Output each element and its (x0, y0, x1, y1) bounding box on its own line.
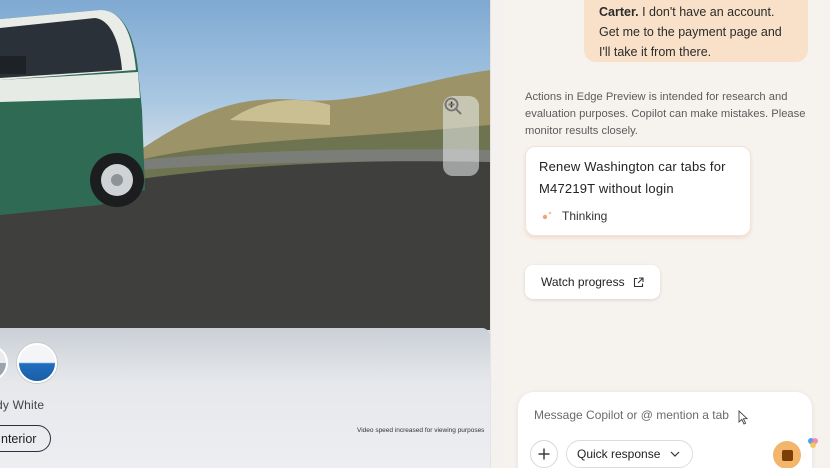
task-card: Renew Washington car tabs for M47219T wi… (525, 146, 751, 236)
copilot-logo-icon (808, 438, 818, 448)
zoom-out-button[interactable] (444, 97, 476, 171)
thinking-status: Thinking (541, 209, 607, 223)
message-input[interactable]: Message Copilot or @ mention a tab (534, 408, 729, 422)
task-title: Renew Washington car tabs for M47219T wi… (539, 159, 726, 196)
stop-icon (781, 449, 793, 461)
chevron-down-icon (670, 451, 680, 457)
user-message-bubble: Carter. I don't have an account. Get me … (584, 0, 808, 62)
configurator-panel: dy White nterior Video speed increased f… (0, 328, 490, 468)
stop-button[interactable] (773, 441, 801, 468)
color-swatch-white[interactable] (0, 345, 8, 381)
thinking-sparkle-icon (542, 211, 552, 220)
zoom-out-icon (444, 97, 462, 115)
car-scene-image (0, 0, 490, 330)
response-mode-label: Quick response (577, 447, 661, 461)
zoom-controls (443, 96, 479, 176)
disclaimer-text: Actions in Edge Preview is intended for … (525, 91, 806, 137)
external-link-icon (633, 276, 644, 287)
webpage-area: dy White nterior Video speed increased f… (0, 0, 490, 468)
response-mode-select[interactable]: Quick response (566, 440, 694, 468)
plus-icon (538, 448, 550, 460)
selected-color-name: dy White (0, 398, 45, 412)
mouse-cursor-icon (738, 410, 748, 425)
watch-progress-label: Watch progress (541, 275, 625, 289)
add-attachment-button[interactable] (530, 440, 558, 468)
thinking-label: Thinking (562, 209, 608, 223)
video-speed-note: Video speed increased for viewing purpos… (357, 427, 485, 434)
color-swatch-blue[interactable] (17, 343, 57, 383)
interior-button[interactable]: nterior (0, 425, 52, 452)
scene-illustration (0, 10, 490, 330)
message-composer: Message Copilot or @ mention a tab Quick… (518, 392, 812, 468)
copilot-panel: Carter. I don't have an account. Get me … (504, 0, 830, 468)
user-message-bold: Carter. (599, 5, 639, 19)
panel-divider (490, 0, 504, 468)
watch-progress-button[interactable]: Watch progress (525, 265, 660, 299)
